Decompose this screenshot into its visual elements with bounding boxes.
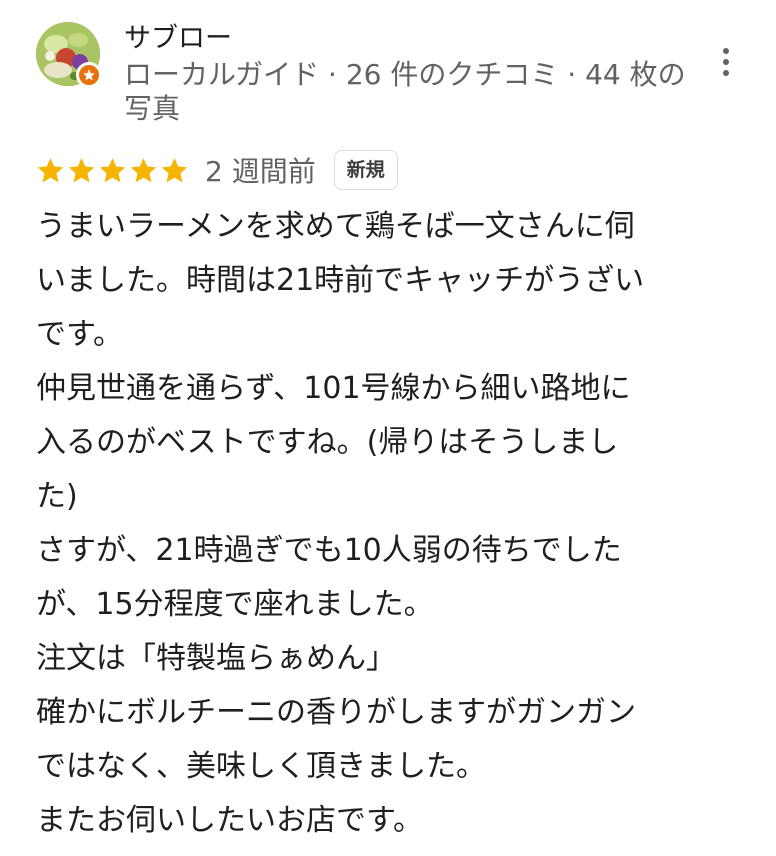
review-line: が、15分程度で座れました。 bbox=[36, 587, 434, 622]
more-options-button[interactable] bbox=[708, 38, 744, 86]
star-icon bbox=[130, 157, 157, 182]
review-line: さすが、21時過ぎでも10人弱の待ちでした bbox=[36, 533, 622, 568]
review-line: 確かにボルチーニの香りがしますがガンガン bbox=[36, 695, 636, 730]
reviewer-name[interactable]: サブロー bbox=[124, 22, 232, 56]
rating-row: 2 週間前 新規 bbox=[36, 148, 398, 192]
new-badge: 新規 bbox=[333, 150, 398, 190]
review-card: サブロー ローカルガイド · 26 件のクチコミ · 44 枚の写真 2 週間前… bbox=[0, 0, 776, 856]
review-line: いました。時間は21時前でキャッチがうざい bbox=[36, 263, 645, 298]
review-date: 2 週間前 bbox=[205, 155, 316, 188]
review-text: うまいラーメンを求めて鶏そば一文さんに伺 いました。時間は21時前でキャッチがうざ… bbox=[36, 200, 750, 848]
review-line: ではなく、美味しく頂きました。 bbox=[36, 749, 486, 784]
star-icon bbox=[161, 157, 188, 182]
review-line: またお伺いしたいお店です。 bbox=[36, 803, 423, 838]
vertical-ellipsis-icon bbox=[723, 48, 729, 54]
star-icon bbox=[99, 157, 126, 182]
star-icon bbox=[68, 157, 95, 182]
review-line: うまいラーメンを求めて鶏そば一文さんに伺 bbox=[36, 209, 635, 244]
reviewer-meta[interactable]: ローカルガイド · 26 件のクチコミ · 44 枚の写真 bbox=[124, 58, 694, 126]
review-line: 入るのがベストですね。(帰りはそうしまし bbox=[36, 425, 619, 460]
review-line: です。 bbox=[36, 317, 123, 352]
star-rating bbox=[36, 156, 189, 185]
reviewer-avatar-container[interactable] bbox=[36, 22, 104, 90]
review-line: 仲見世通を通らず、101号線から細い路地に bbox=[36, 371, 631, 406]
review-line: 注文は「特製塩らぁめん」 bbox=[36, 641, 396, 676]
star-icon bbox=[37, 157, 64, 182]
review-line: た) bbox=[36, 479, 78, 514]
local-guide-star-icon bbox=[76, 62, 102, 88]
